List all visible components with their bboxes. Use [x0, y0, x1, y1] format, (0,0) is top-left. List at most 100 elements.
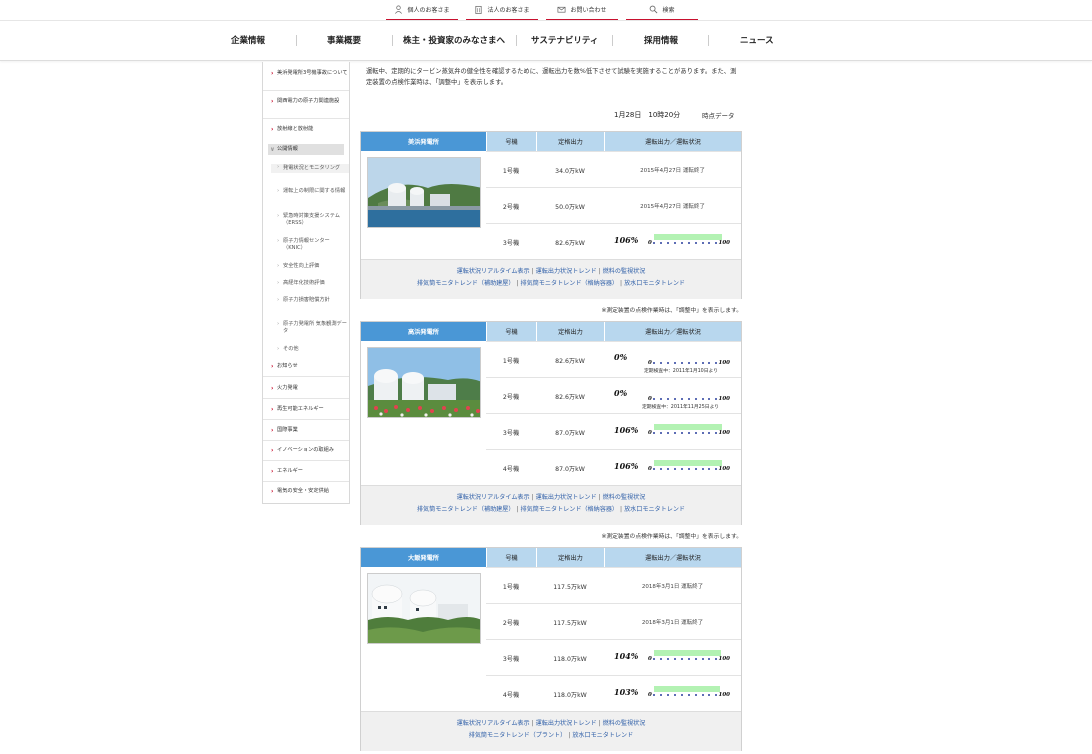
sidebar-item-erss[interactable]: › 緊急時対策支援システム（ERSS） [263, 213, 349, 227]
gauge-max-label: 100 [718, 691, 730, 698]
unit-row: 2号機 117.5万kW 2018年3月1日 運転終了 [486, 603, 741, 639]
sidebar-item-radiation[interactable]: › 放射線と放射能 [263, 126, 349, 133]
plant-link[interactable]: 排気筒モニタトレンド（プラント） [469, 732, 567, 739]
building-icon [475, 5, 483, 14]
plant-header-row: 高浜発電所 号機 定格出力 運転出力／運転状況 [361, 322, 741, 341]
header-unit: 号機 [487, 548, 536, 567]
utility-item-search[interactable]: 検索 [626, 0, 698, 20]
utility-item-corporate[interactable]: 法人のお客さま [466, 0, 538, 20]
plant-link[interactable]: 燃料の監視状況 [603, 268, 646, 275]
gauge-tick [680, 241, 683, 244]
plant-link[interactable]: 運転状況リアルタイム表示 [457, 268, 530, 275]
plant-link[interactable]: 放水口モニタトレンド [624, 506, 685, 513]
plant-link[interactable]: 燃料の監視状況 [603, 494, 646, 501]
nav-sustainability[interactable]: サステナビリティ [531, 21, 598, 59]
unit-row: 2号機 82.6万kW 0% 0 100 定期検査中：2011年11月25日より [486, 377, 741, 413]
gauge-tick [659, 397, 662, 400]
sidebar-item-other[interactable]: › その他 [263, 346, 349, 353]
plant-link[interactable]: 放水口モニタトレンド [572, 732, 633, 739]
sidebar-item-compensation[interactable]: › 原子力損害賠償方針 [263, 297, 349, 304]
sidebar-item-supply[interactable]: › 電気の安全・安定供給 [263, 488, 349, 495]
plant-link[interactable]: 排気筒モニタトレンド（補助建屋） [417, 280, 515, 287]
unit-status-text: 2018年3月1日 運転終了 [641, 584, 704, 590]
gauge-tick [659, 467, 662, 470]
gauge-max-label: 100 [718, 395, 730, 402]
gauge-tick [666, 467, 669, 470]
plant-link[interactable]: 排気筒モニタトレンド（格納容器） [521, 280, 619, 287]
unit-capacity: 87.0万kW [555, 465, 585, 473]
unit-row: 1号機 34.0万kW 2015年4月27日 運転終了 [486, 151, 741, 187]
sidebar-item-public-info[interactable]: ∨ 公開情報 [268, 144, 344, 155]
sidebar-item-notices[interactable]: › お知らせ [263, 363, 349, 370]
plant-links-line: 排気筒モニタトレンド（補助建屋） | 排気筒モニタトレンド（格納容器） | 放水口モニタ… [361, 504, 741, 513]
gauge-tick [666, 693, 669, 696]
utility-item-contact[interactable]: お問い合わせ [546, 0, 618, 20]
sidebar-item-label: 公開情報 [277, 146, 298, 152]
sidebar-item-aging-eval[interactable]: › 高経年化技術評価 [263, 280, 349, 287]
output-gauge-scale: 0 100 [648, 691, 730, 698]
sidebar-item-renewable[interactable]: › 再生可能エネルギー [263, 406, 349, 413]
gauge-tick [715, 693, 718, 696]
plant-table: 大飯発電所 号機 定格出力 運転出力／運転状況 1号機 117.5万kW 201… [360, 547, 742, 751]
plant-link[interactable]: 燃料の監視状況 [603, 720, 646, 727]
gauge-tick [680, 657, 683, 660]
gauge-tick [687, 241, 690, 244]
sidebar-item-energy[interactable]: › エネルギー [263, 468, 349, 475]
sidebar-item-label: 再生可能エネルギー [277, 406, 324, 412]
plant-links-line: 運転状況リアルタイム表示 | 運転出力状況トレンド | 燃料の監視状況 [361, 266, 741, 275]
plant-link[interactable]: 運転出力状況トレンド [536, 720, 597, 727]
gauge-tick [652, 657, 655, 660]
sidebar-item-facilities[interactable]: › 関西電力の原子力関連施設 [263, 98, 349, 105]
sidebar-item-knic[interactable]: › 原子力情報センター（KNIC） [263, 238, 349, 252]
plant-link[interactable]: 運転出力状況トレンド [536, 494, 597, 501]
sidebar-item-label: 運転上の制限に関する情報 [283, 188, 346, 194]
sidebar-item-international[interactable]: › 国際事業 [263, 427, 349, 434]
sidebar-divider [263, 419, 349, 420]
unit-status-text: 2015年4月27日 運転終了 [640, 204, 705, 210]
unit-row: 3号機 87.0万kW 106% 0 100 [486, 413, 741, 449]
plant-link[interactable]: 運転状況リアルタイム表示 [457, 494, 530, 501]
nav-investors[interactable]: 株主・投資家のみなさまへ [403, 21, 505, 59]
gauge-tick [652, 361, 655, 364]
unit-row: 4号機 118.0万kW 103% 0 100 [486, 675, 741, 711]
sidebar-item-thermal[interactable]: › 火力発電 [263, 385, 349, 392]
nav-news[interactable]: ニュース [740, 21, 774, 59]
gauge-tick [659, 657, 662, 660]
sidebar-item-status-monitoring[interactable]: › 発電状況とモニタリング [271, 164, 349, 173]
sidebar-item-innovation[interactable]: › イノベーションの取組み [263, 447, 349, 454]
nav-company[interactable]: 企業情報 [231, 21, 265, 59]
sidebar-item-mihama-accident[interactable]: › 美浜発電所3号機事故について [263, 70, 349, 77]
gauge-max-label: 100 [718, 655, 730, 662]
sidebar-item-weather-data[interactable]: › 原子力発電所 気象観測データ [263, 321, 349, 335]
utility-item-personal[interactable]: 個人のお客さま [386, 0, 458, 20]
unit-name: 1号機 [502, 583, 520, 591]
gauge-tick [666, 431, 669, 434]
chevron-right-icon: › [271, 488, 274, 495]
gauge-tick [673, 241, 676, 244]
gauge-tick [673, 361, 676, 364]
gauge-tick [659, 361, 662, 364]
plant-link[interactable]: 運転出力状況トレンド [536, 268, 597, 275]
chevron-right-icon: › [277, 213, 280, 219]
gauge-tick [708, 657, 711, 660]
nav-recruit[interactable]: 採用情報 [644, 21, 678, 59]
plant-link[interactable]: 放水口モニタトレンド [624, 280, 685, 287]
chevron-right-icon: › [271, 363, 274, 370]
gauge-dots [652, 693, 719, 696]
gauge-tick [680, 431, 683, 434]
unit-output: 106% 0 100 [604, 414, 741, 450]
nav-business[interactable]: 事業概要 [327, 21, 361, 59]
plant-link[interactable]: 排気筒モニタトレンド（格納容器） [521, 506, 619, 513]
sidebar-item-operation-limits[interactable]: › 運転上の制限に関する情報 [263, 188, 349, 195]
unit-name: 2号機 [502, 619, 520, 627]
chevron-right-icon: › [277, 280, 280, 286]
gauge-tick [666, 397, 669, 400]
sidebar-item-safety-eval[interactable]: › 安全性向上評価 [263, 263, 349, 270]
chevron-right-icon: › [277, 188, 280, 194]
gauge-tick [708, 361, 711, 364]
gauge-dots [652, 431, 719, 434]
plant-link[interactable]: 運転状況リアルタイム表示 [457, 720, 530, 727]
plant-link[interactable]: 排気筒モニタトレンド（補助建屋） [417, 506, 515, 513]
output-percent: 0% [614, 388, 628, 398]
gauge-dots [652, 361, 719, 364]
